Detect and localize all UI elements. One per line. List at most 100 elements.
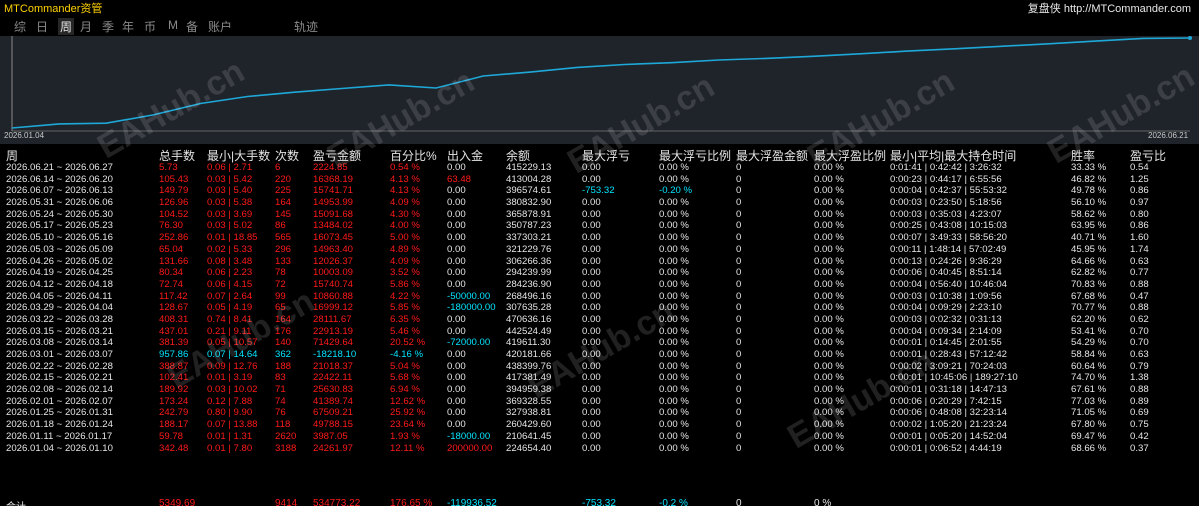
table-row[interactable]: 2026.03.01 ~ 2026.03.07 957.86 0.07 | 14.6… xyxy=(0,349,1199,361)
table-row[interactable]: 2026.05.31 ~ 2026.06.06 126.96 0.03 | 5.38… xyxy=(0,197,1199,209)
cell-balance: 306266.36 xyxy=(506,255,552,267)
cell-week: 2026.05.24 ~ 2026.05.30 xyxy=(6,208,113,220)
cell-maxdd: 0.00 xyxy=(582,243,601,255)
tab-4[interactable]: 季 xyxy=(102,18,114,35)
table-row[interactable]: 2026.05.10 ~ 2026.05.16 252.86 0.01 | 18.8… xyxy=(0,232,1199,244)
cell-hold: 0:00:13 | 0:24:26 | 9:36:29 xyxy=(890,255,1002,267)
table-row[interactable]: 2026.03.08 ~ 2026.03.14 381.39 0.05 | 10.5… xyxy=(0,337,1199,349)
cell-pf: 1.25 xyxy=(1130,173,1149,185)
cell-minmax: 0.01 | 3.19 xyxy=(207,372,253,384)
tab-5[interactable]: 年 xyxy=(122,18,134,35)
cell-balance: 321229.76 xyxy=(506,243,552,255)
tab-3[interactable]: 月 xyxy=(80,18,92,35)
cell-win: 58.84 % xyxy=(1071,349,1107,360)
site-link[interactable]: 复盘侠 http://MTCommander.com xyxy=(1028,0,1191,16)
cell-maxfp: 0 xyxy=(736,407,742,419)
cell-hold: 0:00:11 | 1:48:14 | 57:02:49 xyxy=(890,243,1007,255)
cell-pnl: 67509.21 xyxy=(313,407,354,419)
tab-8[interactable]: 备 xyxy=(186,18,198,35)
cell-lots: 188.17 xyxy=(159,419,189,431)
table-row[interactable]: 2026.02.08 ~ 2026.02.14 189.92 0.03 | 10.0… xyxy=(0,384,1199,396)
table-row[interactable]: 2026.01.18 ~ 2026.01.24 188.17 0.07 | 13.8… xyxy=(0,419,1199,431)
cell-flow: 0.00 xyxy=(447,313,466,325)
cell-pf: 0.88 xyxy=(1130,384,1149,396)
cell-pnl: 15740.74 xyxy=(313,278,354,290)
cell-lots: 65.04 xyxy=(159,243,184,255)
cell-maxddpct: 0.00 % xyxy=(659,407,689,419)
cell-pnl: 13484.02 xyxy=(313,220,354,232)
cell-pct: 20.52 % xyxy=(390,337,426,349)
cell-pnl: 14963.40 xyxy=(313,243,354,255)
cell-win: 68.66 % xyxy=(1071,442,1107,454)
table-row[interactable]: 2026.04.12 ~ 2026.04.18 72.74 0.06 | 4.15 7… xyxy=(0,279,1199,291)
table-row[interactable]: 2026.03.15 ~ 2026.03.21 437.01 0.21 | 9.11… xyxy=(0,326,1199,338)
cell-maxfp: 0 xyxy=(736,278,742,290)
cell-win: 62.82 % xyxy=(1071,267,1107,279)
table-row[interactable]: 2026.05.03 ~ 2026.05.09 65.04 0.02 | 5.33 2… xyxy=(0,244,1199,256)
cell-flow: 63.48 xyxy=(447,173,472,185)
cell-pct: 4.09 % xyxy=(390,197,420,209)
table-row[interactable]: 2026.04.05 ~ 2026.04.11 117.42 0.07 | 2.64… xyxy=(0,291,1199,303)
table-row[interactable]: 2026.06.21 ~ 2026.06.27 5.73 0.06 | 2.71 6 2… xyxy=(0,162,1199,174)
table-row[interactable]: 2026.02.01 ~ 2026.02.07 173.24 0.12 | 7.88… xyxy=(0,396,1199,408)
cell-flow: 0.00 xyxy=(447,419,466,431)
table-row[interactable]: 2026.03.29 ~ 2026.04.04 128.67 0.05 | 4.19… xyxy=(0,302,1199,314)
tab-2[interactable]: 周 xyxy=(58,18,75,35)
cell-pnl: 10003.09 xyxy=(313,267,354,279)
cell-win: 54.29 % xyxy=(1071,337,1107,349)
cell-count: 71 xyxy=(275,384,286,396)
table-row[interactable]: 2026.06.07 ~ 2026.06.13 149.79 0.03 | 5.40… xyxy=(0,185,1199,197)
table-row[interactable]: 2026.06.14 ~ 2026.06.20 105.43 0.03 | 5.42… xyxy=(0,174,1199,186)
cell-maxfp: 0 xyxy=(736,173,742,185)
cell-balance: 380832.90 xyxy=(506,197,552,209)
tab-1[interactable]: 日 xyxy=(36,18,48,35)
cell-flow: 0.00 xyxy=(447,267,466,279)
table-row[interactable]: 2026.02.22 ~ 2026.02.28 388.87 0.09 | 12.7… xyxy=(0,361,1199,373)
tab-7[interactable]: M xyxy=(168,18,178,32)
cell-pf: 0.70 xyxy=(1130,325,1149,337)
cell-maxfp: 0 xyxy=(736,325,742,337)
cell-flow: 0.00 xyxy=(447,255,466,267)
cell-pct: 5.00 % xyxy=(390,232,420,244)
cell-win: 67.61 % xyxy=(1071,384,1107,396)
cell-pf: 0.63 xyxy=(1130,349,1149,360)
tab-9[interactable]: 账户 xyxy=(208,18,232,35)
cell-week: 2026.03.22 ~ 2026.03.28 xyxy=(6,313,113,325)
table-row[interactable]: 2026.04.19 ~ 2026.04.25 80.34 0.06 | 2.23 7… xyxy=(0,267,1199,279)
table-row[interactable]: 2026.02.15 ~ 2026.02.21 102.41 0.01 | 3.19… xyxy=(0,372,1199,384)
tab-0[interactable]: 综 xyxy=(14,18,26,35)
cell-pf: 0.89 xyxy=(1130,395,1149,407)
total-maxddpct: -0.2 % xyxy=(659,498,688,506)
tab-10[interactable]: 轨迹 xyxy=(294,18,318,35)
table-row[interactable]: 2026.01.25 ~ 2026.01.31 242.79 0.80 | 9.90… xyxy=(0,407,1199,419)
cell-balance: 413004.28 xyxy=(506,173,552,185)
table-row[interactable]: 2026.04.26 ~ 2026.05.02 131.66 0.08 | 3.48… xyxy=(0,256,1199,268)
tab-6[interactable]: 币 xyxy=(144,18,156,35)
cell-week: 2026.01.25 ~ 2026.01.31 xyxy=(6,407,113,419)
table-row[interactable]: 2026.05.17 ~ 2026.05.23 76.30 0.03 | 5.02 8… xyxy=(0,220,1199,232)
cell-minmax: 0.07 | 14.64 xyxy=(207,349,258,360)
cell-maxfp: 0 xyxy=(736,255,742,267)
cell-maxfppct: 0.00 % xyxy=(814,372,844,384)
cell-maxddpct: 0.00 % xyxy=(659,255,689,267)
table-row[interactable]: 2026.03.22 ~ 2026.03.28 408.31 0.74 | 8.41… xyxy=(0,314,1199,326)
cell-maxddpct: 0.00 % xyxy=(659,442,689,454)
cell-pf: 0.63 xyxy=(1130,255,1149,267)
cell-count: 76 xyxy=(275,407,286,419)
cell-lots: 126.96 xyxy=(159,197,189,209)
cell-flow: 0.00 xyxy=(447,407,466,419)
cell-pnl: 15741.71 xyxy=(313,185,354,197)
table-row[interactable]: 2026.05.24 ~ 2026.05.30 104.52 0.03 | 3.69… xyxy=(0,209,1199,221)
cell-maxfppct: 0.00 % xyxy=(814,384,844,396)
cell-balance: 369328.55 xyxy=(506,395,552,407)
cell-pf: 0.86 xyxy=(1130,220,1149,232)
cell-win: 70.83 % xyxy=(1071,278,1107,290)
cell-week: 2026.05.10 ~ 2026.05.16 xyxy=(6,232,113,244)
cell-pct: 4.00 % xyxy=(390,220,420,232)
cell-hold: 0:00:01 | 0:31:18 | 14:47:13 xyxy=(890,384,1008,396)
table-row[interactable]: 2026.01.04 ~ 2026.01.10 342.48 0.01 | 7.80… xyxy=(0,443,1199,455)
cell-minmax: 0.01 | 7.80 xyxy=(207,442,253,454)
cell-count: 3188 xyxy=(275,442,297,454)
cell-win: 71.05 % xyxy=(1071,407,1107,419)
table-row[interactable]: 2026.01.11 ~ 2026.01.17 59.78 0.01 | 1.31 2… xyxy=(0,431,1199,443)
